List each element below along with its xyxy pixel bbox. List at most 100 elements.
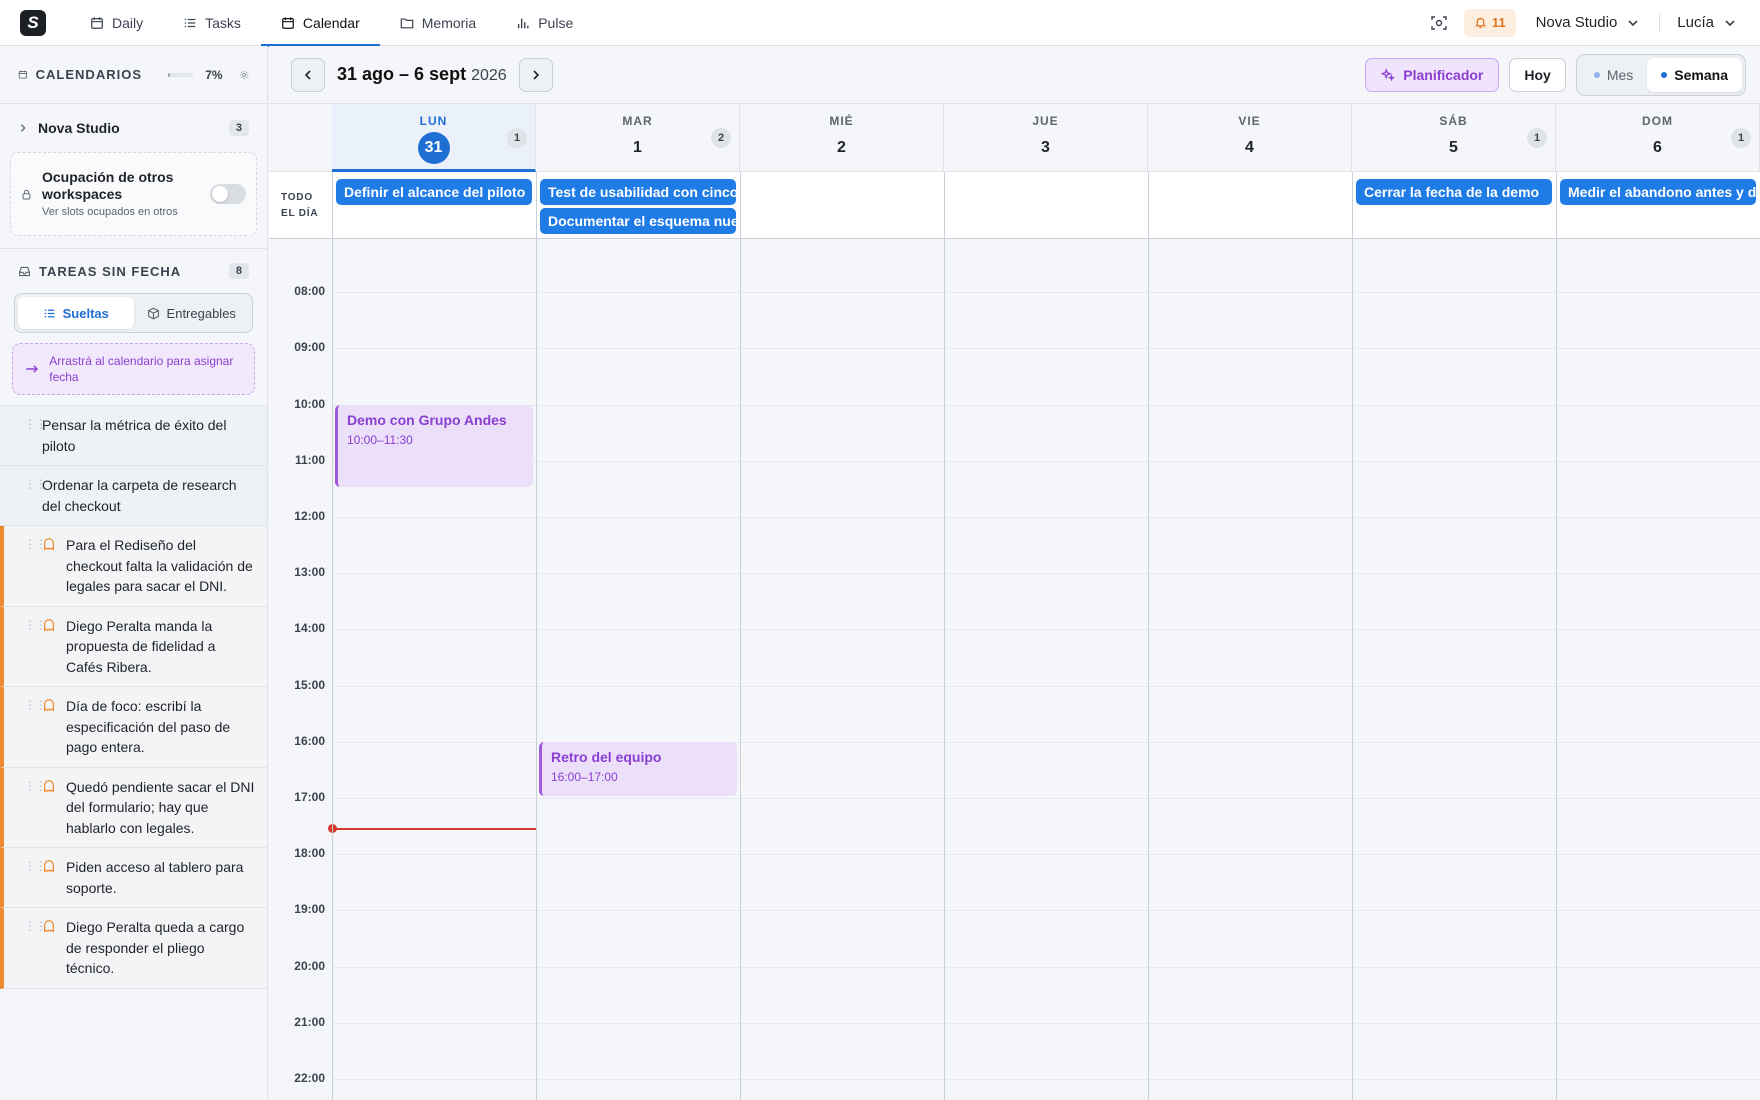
undated-task-text: Diego Peralta queda a cargo de responder…	[66, 919, 245, 976]
undated-task-item[interactable]: ⋮⋮ Diego Peralta queda a cargo de respond…	[0, 908, 267, 989]
tab-calendar[interactable]: Calendar	[260, 0, 380, 47]
drag-handle-icon[interactable]: ⋮⋮	[24, 857, 47, 875]
undated-task-item[interactable]: ⋮⋮ Para el Rediseño del checkout falta la…	[0, 526, 267, 607]
all-day-event[interactable]: Definir el alcance del piloto	[336, 179, 532, 205]
calendar-event[interactable]: Retro del equipo 16:00–17:00	[539, 741, 737, 796]
all-day-event[interactable]: Medir el abandono antes y después	[1560, 179, 1756, 205]
undated-task-item[interactable]: ⋮⋮ Ordenar la carpeta de research del che…	[0, 466, 267, 526]
day-name: VIE	[1238, 114, 1261, 128]
hour-label: 22:00	[294, 1071, 325, 1085]
hour-gridline	[332, 685, 1760, 687]
app-logo[interactable]: S	[20, 9, 46, 36]
bar-chart-icon	[516, 16, 530, 30]
undated-task-item[interactable]: ⋮⋮ Pensar la métrica de éxito del piloto	[0, 406, 267, 466]
event-time: 16:00–17:00	[551, 769, 618, 784]
all-day-label: TODO EL DÍA	[269, 172, 332, 239]
column-divider	[1556, 172, 1557, 1100]
next-week-button[interactable]	[518, 57, 553, 92]
calendar-workspace-name: Nova Studio	[38, 120, 120, 136]
day-number: 31	[332, 132, 535, 164]
day-header[interactable]: VIE 4	[1148, 104, 1352, 172]
hour-label: 16:00	[294, 733, 325, 748]
undated-task-item[interactable]: ⋮⋮ Diego Peralta manda la propuesta de fi…	[0, 606, 267, 687]
undated-task-text: Pensar la métrica de éxito del piloto	[42, 417, 227, 454]
gear-icon[interactable]	[239, 68, 249, 82]
tab-tasks[interactable]: Tasks	[163, 0, 261, 46]
calendar-event[interactable]: Demo con Grupo Andes 10:00–11:30	[335, 404, 533, 487]
today-label: Hoy	[1524, 66, 1551, 83]
today-button[interactable]: Hoy	[1509, 57, 1566, 92]
undated-task-item[interactable]: ⋮⋮ Piden acceso al tablero para soporte.	[0, 848, 267, 908]
column-divider	[1148, 172, 1149, 1100]
drag-handle-icon[interactable]: ⋮⋮	[24, 475, 47, 493]
undated-task-text: Ordenar la carpeta de research del check…	[42, 477, 237, 514]
folder-icon	[400, 16, 414, 30]
notifications-count: 11	[1491, 15, 1506, 30]
calendar-workspace-count: 3	[228, 120, 249, 136]
ghost-icon	[44, 618, 54, 631]
drag-handle-icon[interactable]: ⋮⋮	[24, 415, 47, 433]
drag-handle-icon[interactable]: ⋮⋮	[24, 917, 47, 935]
day-name: DOM	[1642, 114, 1673, 128]
sparkles-icon	[1381, 67, 1396, 81]
all-day-event[interactable]: Documentar el esquema nuevo	[540, 208, 736, 234]
day-header[interactable]: LUN 31 1	[332, 104, 536, 172]
workspace-name: Nova Studio	[1535, 14, 1618, 31]
hour-label: 15:00	[294, 677, 325, 692]
all-day-label-line1: TODO	[281, 192, 313, 203]
ghost-icon	[44, 860, 54, 873]
day-event-count: 1	[1731, 128, 1751, 148]
tab-memoria[interactable]: Memoria	[380, 0, 496, 46]
workspace-selector[interactable]: Nova Studio	[1535, 12, 1661, 33]
hour-label: 17:00	[294, 790, 325, 804]
view-month-option[interactable]: Mes	[1580, 58, 1647, 92]
drag-handle-icon[interactable]: ⋮⋮	[24, 696, 47, 714]
drag-handle-icon[interactable]: ⋮⋮	[24, 616, 47, 634]
hour-gridline	[332, 460, 1760, 462]
day-header[interactable]: MIÉ 2	[740, 104, 944, 172]
prev-week-button[interactable]	[291, 57, 325, 92]
view-switcher: Mes Semana	[1575, 53, 1746, 96]
day-header[interactable]: JUE 3	[944, 104, 1148, 172]
hour-label: 21:00	[294, 1014, 325, 1029]
chevron-left-icon	[304, 69, 311, 80]
tab-sueltas[interactable]: Sueltas	[18, 297, 134, 329]
tab-daily[interactable]: Daily	[70, 0, 163, 46]
date-range-label: 31 ago – 6 sept	[337, 64, 467, 84]
occupancy-toggle[interactable]	[210, 184, 246, 204]
day-event-count: 1	[1527, 128, 1547, 148]
user-menu[interactable]: Lucía	[1660, 14, 1760, 31]
column-divider	[740, 172, 741, 1100]
tab-label: Pulse	[538, 14, 574, 31]
drag-handle-icon[interactable]: ⋮⋮	[24, 777, 47, 795]
chevron-right-icon	[20, 124, 26, 132]
day-number: 2	[837, 139, 846, 156]
lock-icon	[22, 189, 31, 199]
calendar-workspace-item[interactable]: Nova Studio 3	[0, 104, 267, 152]
all-day-event[interactable]: Cerrar la fecha de la demo	[1356, 179, 1552, 205]
chevron-down-icon	[1628, 19, 1638, 26]
undated-task-item[interactable]: ⋮⋮ Día de foco: escribí la especificación…	[0, 687, 267, 768]
planner-button[interactable]: Planificador	[1365, 57, 1500, 92]
bell-icon	[1474, 17, 1486, 29]
drag-handle-icon[interactable]: ⋮⋮	[24, 535, 47, 553]
notifications-button[interactable]: 11	[1463, 8, 1516, 37]
tab-entregables[interactable]: Entregables	[134, 297, 250, 329]
undated-task-item[interactable]: ⋮⋮ Quedó pendiente sacar el DNI del formu…	[0, 767, 267, 848]
current-time-line	[332, 827, 536, 830]
view-week-option[interactable]: Semana	[1647, 57, 1742, 92]
sidebar: CALENDARIOS 7% Nova Studio 3 Ocupación d…	[0, 46, 268, 1100]
day-header[interactable]: SÁB 5 1	[1352, 104, 1556, 172]
tab-pulse[interactable]: Pulse	[496, 0, 593, 46]
scan-button[interactable]	[1424, 8, 1454, 38]
day-header[interactable]: DOM 6 1	[1556, 104, 1760, 172]
all-day-event[interactable]: Test de usabilidad con cinco usuarios	[540, 179, 736, 205]
column-divider	[944, 172, 945, 1100]
nav-tabs: Daily Tasks Calendar Memoria Pulse	[70, 0, 593, 47]
calendar-toolbar: 31 ago – 6 sept 2026 Planificador Hoy Me…	[269, 46, 1760, 104]
day-header[interactable]: MAR 1 2	[536, 104, 740, 172]
time-grid[interactable]: 07:00 08:00 09:00 10:00 11:00 12:00 13:00 14:00…	[269, 239, 1760, 1100]
hour-label: 10:00	[294, 396, 325, 411]
hour-label: 14:00	[294, 621, 325, 636]
planner-label: Planificador	[1403, 66, 1484, 83]
